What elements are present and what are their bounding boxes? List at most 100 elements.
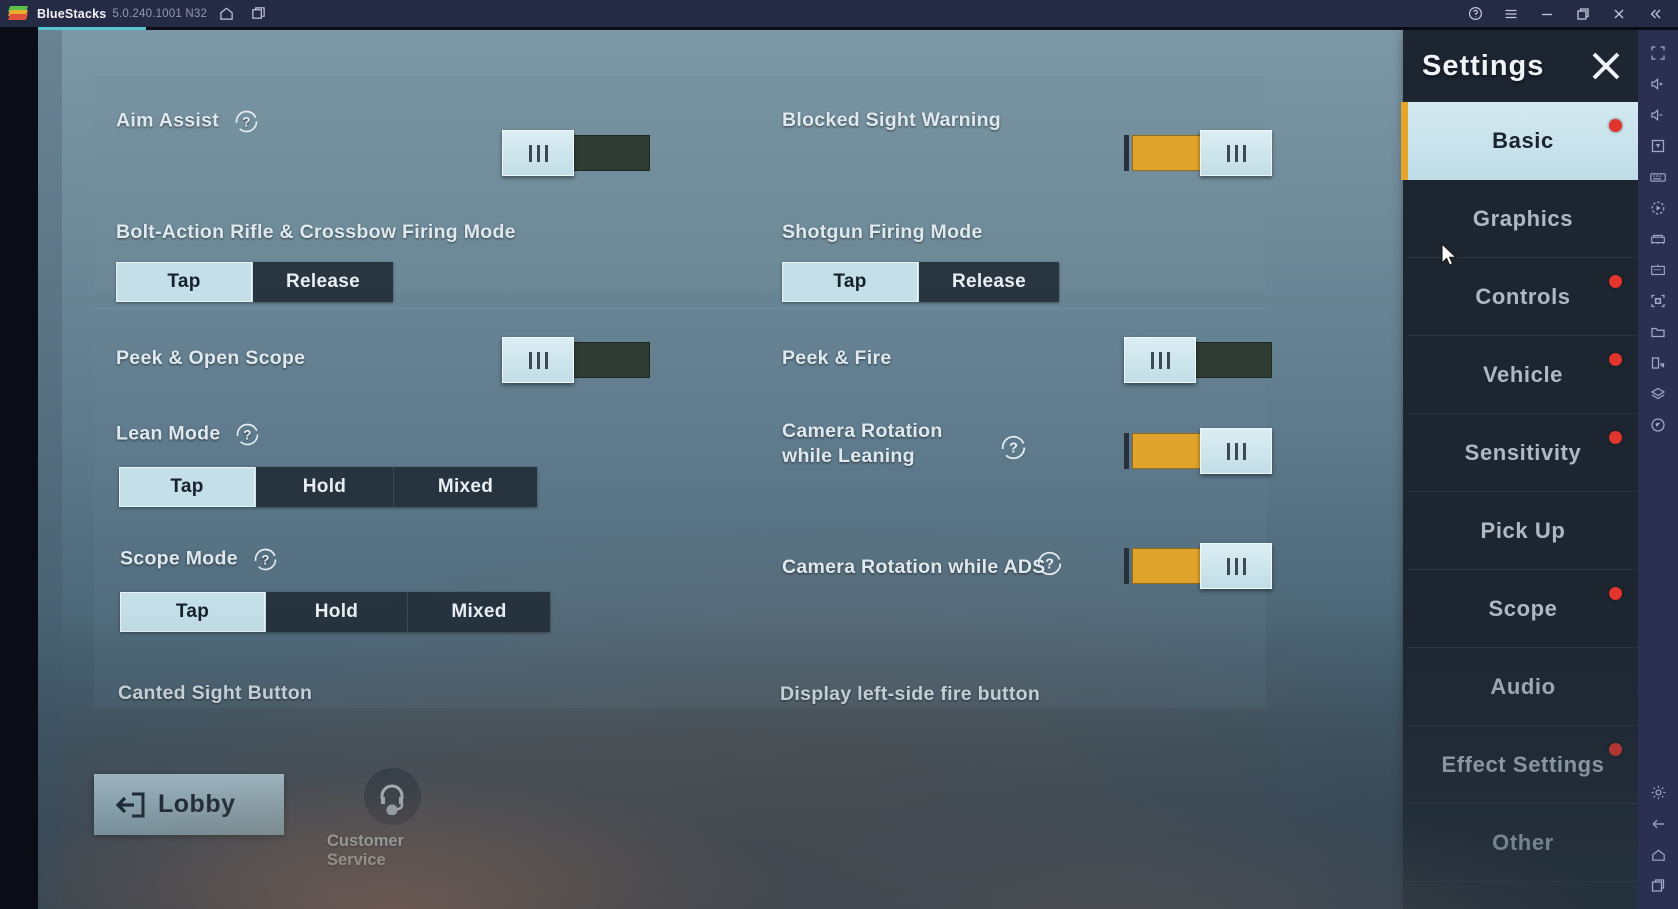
bolt-action-label: Bolt-Action Rifle & Crossbow Firing Mode: [116, 221, 516, 243]
camera-rotation-leaning-toggle[interactable]: [1124, 428, 1272, 474]
camera-rotation-ads-toggle[interactable]: [1124, 543, 1272, 589]
sidebar-item-pick-up[interactable]: Pick Up: [1408, 492, 1638, 570]
back-icon[interactable]: [1643, 808, 1673, 839]
help-icon[interactable]: [1458, 0, 1492, 27]
bolt-action-option-release[interactable]: Release: [253, 262, 393, 302]
help-icon[interactable]: ?: [235, 422, 260, 447]
help-icon[interactable]: ?: [1000, 434, 1026, 460]
sidebar-item-controls[interactable]: Controls: [1408, 258, 1638, 336]
help-icon[interactable]: ?: [1036, 550, 1062, 576]
sidebar-item-other[interactable]: Other: [1408, 804, 1638, 882]
close-icon[interactable]: [1602, 0, 1636, 27]
page-title: Settings: [1422, 49, 1545, 82]
help-icon[interactable]: ?: [234, 109, 259, 134]
toggle-handle[interactable]: [1124, 337, 1196, 383]
lean-mode-group[interactable]: Tap Hold Mixed: [119, 467, 537, 507]
home-icon[interactable]: [1643, 839, 1673, 870]
tab-strip: [0, 27, 1678, 30]
sidebar-item-label: Basic: [1492, 128, 1554, 153]
volume-down-icon[interactable]: [1643, 99, 1673, 130]
toggle-end-bar: [1124, 433, 1129, 469]
media-folder-icon[interactable]: [1643, 316, 1673, 347]
canted-sight-button-label: Canted Sight Button: [118, 682, 313, 704]
lobby-button[interactable]: Lobby: [94, 774, 284, 835]
notification-dot: [1609, 587, 1622, 600]
setting-shotgun-firing-mode: Shotgun Firing Mode: [782, 221, 983, 244]
recents-icon[interactable]: [1643, 870, 1673, 901]
fullscreen-icon[interactable]: [1643, 37, 1673, 68]
display-left-side-fire-button-label: Display left-side fire button: [780, 683, 1041, 705]
customer-service-label: Customer Service: [327, 832, 405, 869]
sidebar-item-graphics[interactable]: Graphics: [1408, 180, 1638, 258]
keymapping-icon[interactable]: [1643, 161, 1673, 192]
game-controls-icon[interactable]: [1643, 130, 1673, 161]
setting-aim-assist: Aim Assist ?: [116, 109, 259, 134]
shotgun-option-release[interactable]: Release: [919, 262, 1059, 302]
multi-instance-manager-icon[interactable]: [1643, 223, 1673, 254]
scope-mode-option-mixed[interactable]: Mixed: [408, 592, 550, 632]
sidebar-item-audio[interactable]: Audio: [1408, 648, 1638, 726]
notification-dot: [1609, 353, 1622, 366]
eco-mode-icon[interactable]: [1643, 409, 1673, 440]
toggle-handle[interactable]: [502, 337, 574, 383]
bluestacks-logo-icon: [7, 5, 29, 22]
lean-mode-option-mixed[interactable]: Mixed: [394, 467, 537, 507]
shotgun-option-tap[interactable]: Tap: [782, 262, 919, 302]
sidebar-item-label: Graphics: [1472, 205, 1574, 231]
setting-blocked-sight-warning: Blocked Sight Warning: [782, 109, 1001, 132]
home-icon[interactable]: [213, 3, 239, 25]
bolt-action-mode-group[interactable]: Tap Release: [116, 262, 393, 302]
scope-mode-group[interactable]: Tap Hold Mixed: [120, 592, 550, 632]
settings-gear-icon[interactable]: [1643, 777, 1673, 808]
exit-arrow-icon: [115, 792, 145, 817]
sidebar-item-label: Controls: [1475, 283, 1571, 309]
left-edge-decoration: [38, 30, 62, 909]
sidebar-item-vehicle[interactable]: Vehicle: [1408, 336, 1638, 414]
minimize-icon[interactable]: [1530, 0, 1564, 27]
toggle-handle[interactable]: [1200, 130, 1272, 176]
sidebar-item-label: Vehicle: [1482, 361, 1564, 387]
scope-mode-option-hold[interactable]: Hold: [266, 592, 408, 632]
blocked-sight-warning-toggle[interactable]: [1124, 130, 1272, 176]
toggle-handle[interactable]: [1200, 543, 1272, 589]
rotate-icon[interactable]: [1643, 347, 1673, 378]
sidebar-item-scope[interactable]: Scope: [1408, 570, 1638, 648]
setting-camera-rotation-ads: Camera Rotation while ADS: [782, 556, 1046, 579]
collapse-icon[interactable]: [1638, 0, 1672, 27]
peek-fire-toggle[interactable]: [1124, 337, 1272, 383]
toggle-handle[interactable]: [502, 130, 574, 176]
aim-assist-toggle[interactable]: [502, 130, 650, 176]
close-icon[interactable]: [1586, 46, 1626, 86]
bolt-action-option-tap[interactable]: Tap: [116, 262, 253, 302]
help-icon[interactable]: ?: [253, 547, 278, 572]
maximize-icon[interactable]: [1566, 0, 1600, 27]
notification-dot: [1609, 431, 1622, 444]
headset-icon: [363, 768, 421, 825]
sidebar-item-effect-settings[interactable]: Effect Settings: [1408, 726, 1638, 804]
customer-service-button[interactable]: Customer Service: [327, 768, 457, 870]
svg-text:?: ?: [244, 427, 253, 442]
sidebar-item-sensitivity[interactable]: Sensitivity: [1408, 414, 1638, 492]
settings-card-scope: Peek & Open Scope Peek & Fire Lean Mode: [94, 308, 1272, 708]
blocked-sight-warning-label: Blocked Sight Warning: [782, 109, 1002, 131]
game-viewport: Aim Assist ? Blocked Sight Warning Bolt-…: [38, 30, 1638, 909]
toggle-handle[interactable]: [1200, 428, 1272, 474]
lean-mode-option-tap[interactable]: Tap: [119, 467, 256, 507]
menu-icon[interactable]: [1494, 0, 1528, 27]
multi-instance-icon[interactable]: [245, 3, 271, 25]
shotgun-mode-group[interactable]: Tap Release: [782, 262, 1059, 302]
macro-icon[interactable]: [1643, 192, 1673, 223]
volume-up-icon[interactable]: [1643, 68, 1673, 99]
layers-icon[interactable]: [1643, 378, 1673, 409]
rpg-mode-icon[interactable]: [1643, 254, 1673, 285]
peek-open-scope-toggle[interactable]: [502, 337, 650, 383]
screenshot-icon[interactable]: [1643, 285, 1673, 316]
scope-mode-option-tap[interactable]: Tap: [120, 592, 266, 632]
svg-text:?: ?: [242, 114, 251, 129]
sidebar-item-label: Audio: [1490, 673, 1556, 699]
sidebar-item-basic[interactable]: Basic: [1401, 102, 1638, 180]
setting-lean-mode: Lean Mode ?: [116, 422, 260, 447]
shotgun-firing-mode-label: Shotgun Firing Mode: [782, 221, 983, 243]
lean-mode-option-hold[interactable]: Hold: [256, 467, 394, 507]
settings-menu: Basic Graphics Controls Vehicle Sensitiv…: [1401, 102, 1638, 882]
